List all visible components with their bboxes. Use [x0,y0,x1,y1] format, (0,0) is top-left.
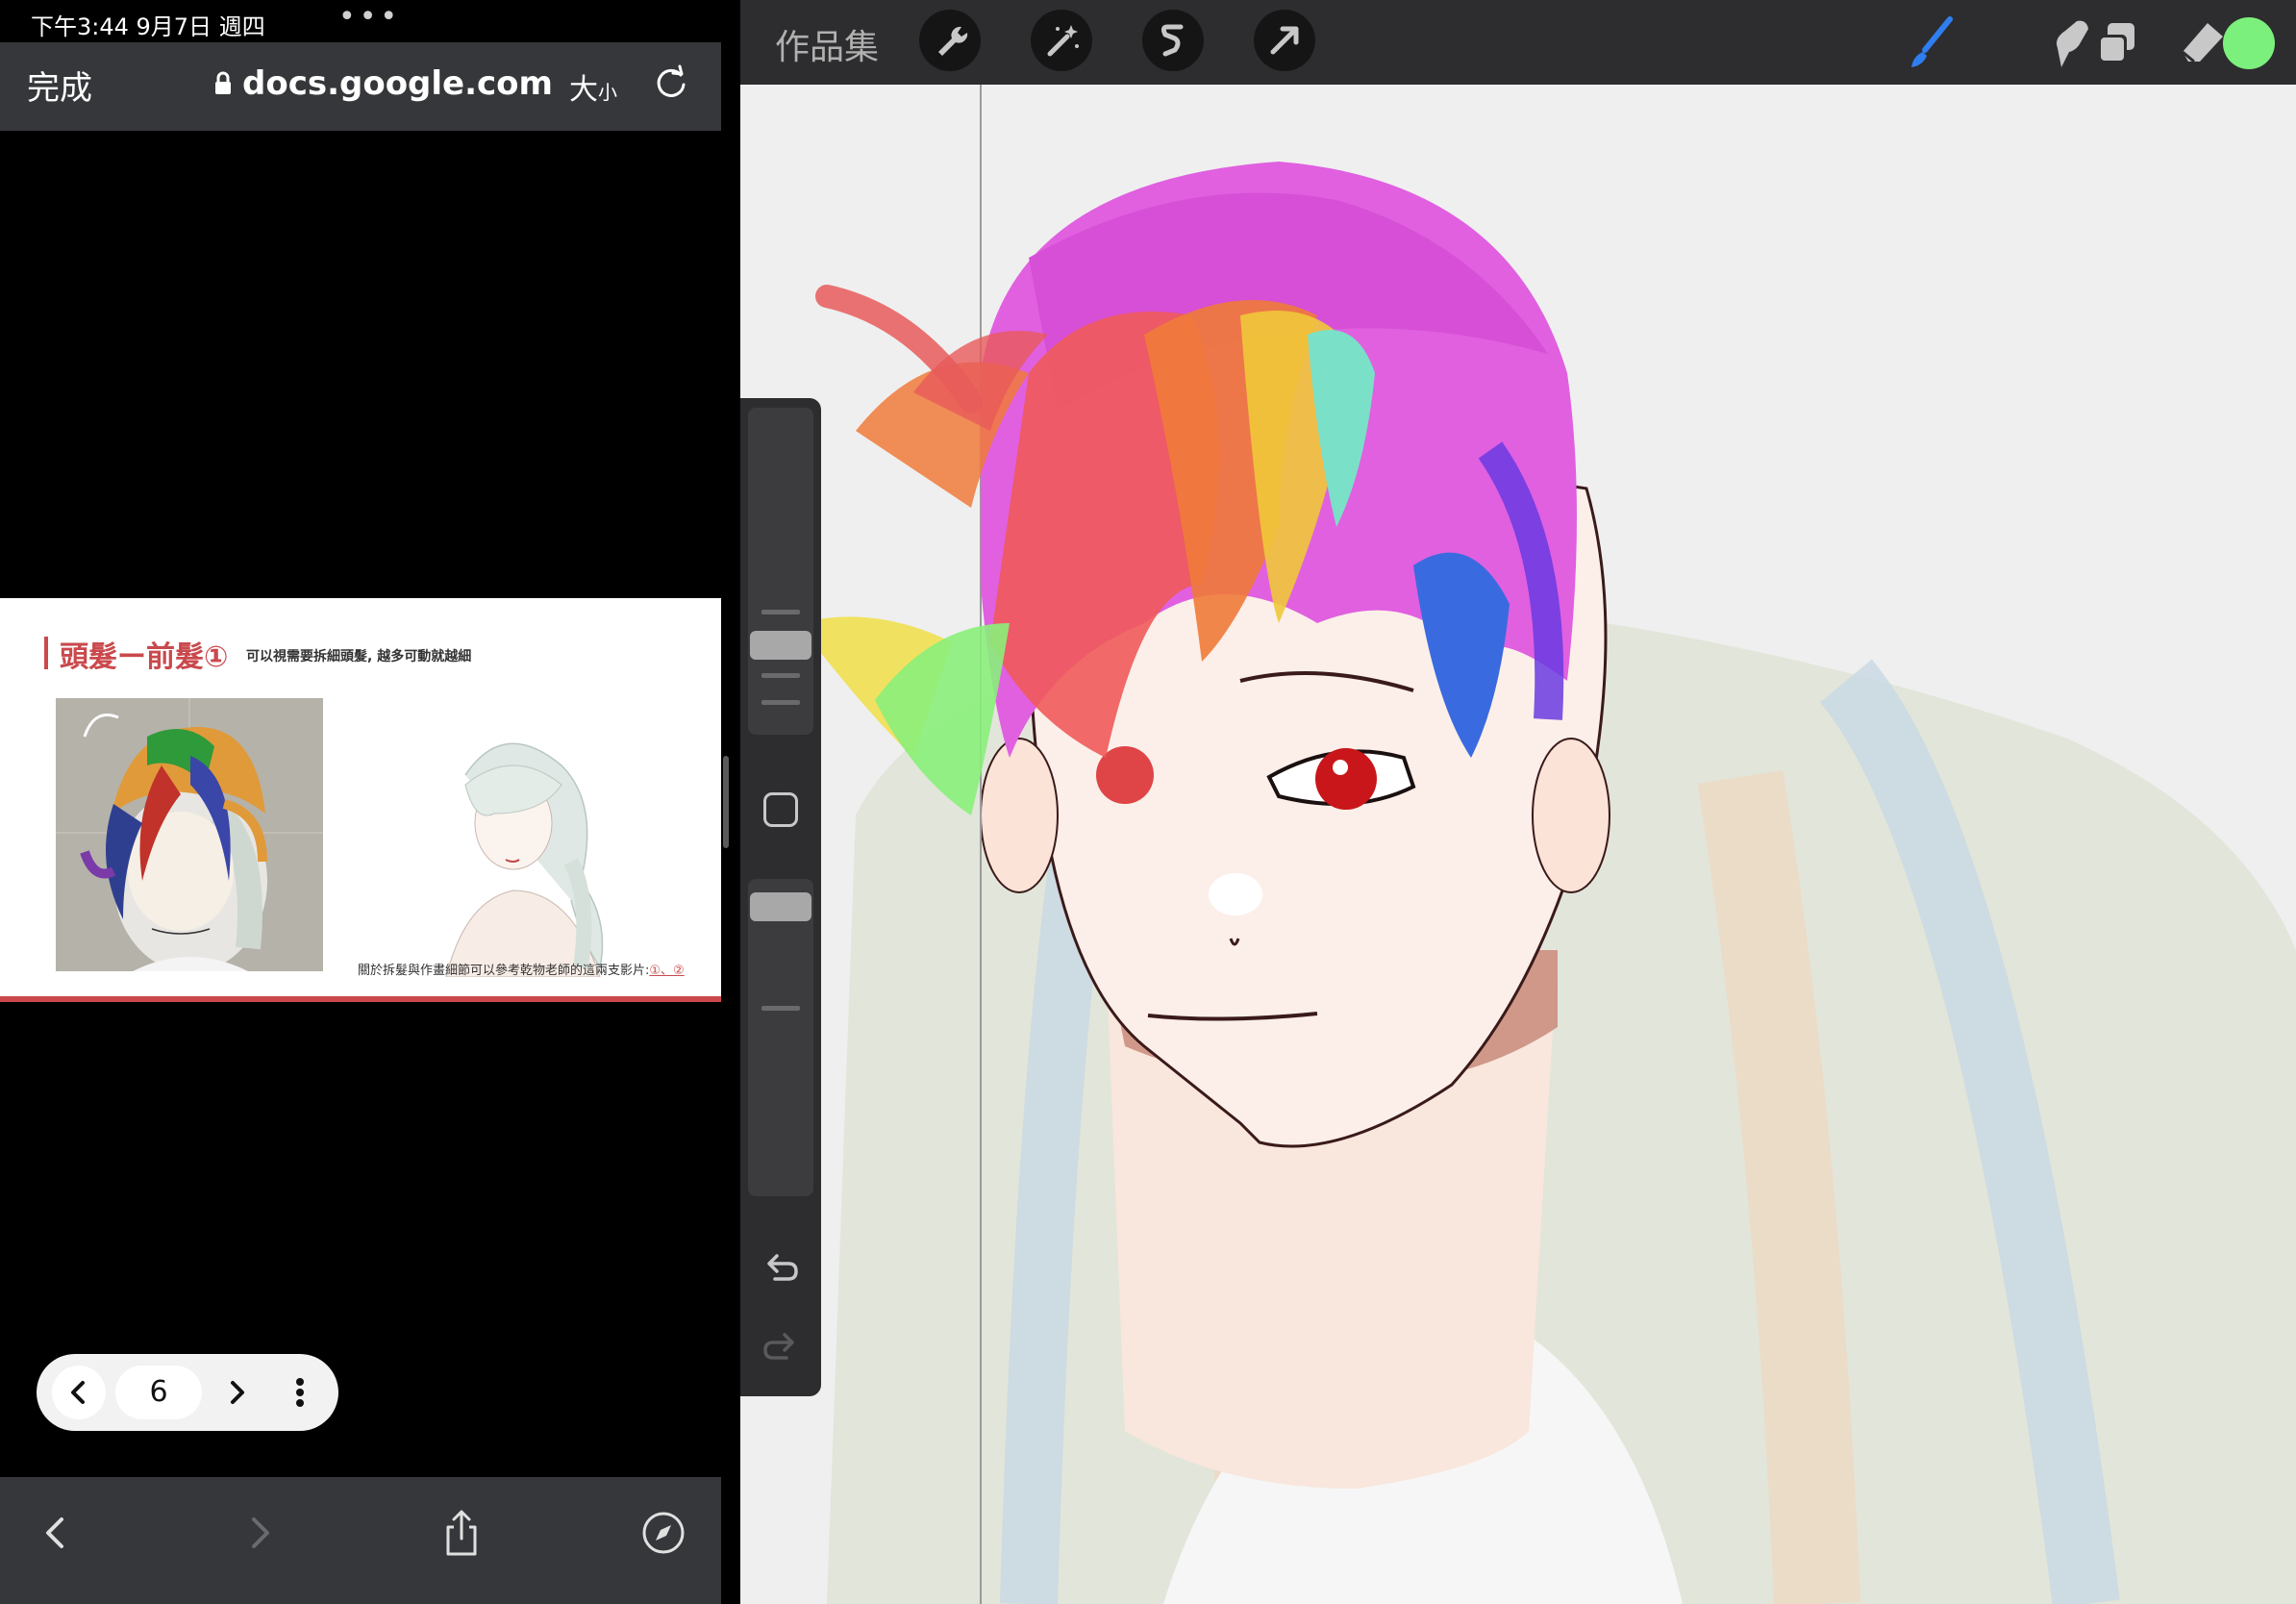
url-text: docs.google.com [242,64,553,103]
compass-icon[interactable] [635,1504,692,1562]
gallery-button[interactable]: 作品集 [775,19,879,69]
vertical-dots-icon [296,1378,304,1407]
lock-icon [215,71,231,94]
procreate-sidebar [740,398,821,1396]
multitask-dots[interactable]: ••• [338,0,401,34]
share-icon[interactable] [433,1504,490,1562]
done-button[interactable]: 完成 [27,62,92,109]
redo-icon[interactable] [761,1327,800,1366]
procreate-pane: 作品集 [740,0,2296,1604]
modify-button[interactable] [763,792,798,827]
transform-arrow-icon [1270,26,1299,55]
opacity-slider[interactable] [748,879,813,1196]
chevron-left-icon [71,1381,85,1404]
selection-icon [1160,24,1184,57]
undo-icon[interactable] [761,1248,800,1287]
reload-icon[interactable] [652,63,690,102]
title-accent-bar [44,637,48,669]
status-time: 下午3:44 9月7日 週四 [31,13,265,40]
slide-note-text: 關於拆髮與作畫細節可以參考乾物老師的這兩支影片: [358,964,650,978]
safari-toolbar: 完成 docs.google.com 大小 [0,42,721,131]
hair-split-illustration [56,698,323,971]
size-tick [761,700,800,705]
drawing-canvas[interactable] [740,85,2296,1604]
address-bar[interactable]: docs.google.com [213,62,553,106]
selection-button[interactable] [1142,10,1204,71]
safari-bottom-toolbar [0,1477,721,1604]
wrench-icon [938,26,968,56]
page-navigator: 6 [37,1354,338,1431]
more-options-button[interactable] [273,1366,327,1419]
adjustments-button[interactable] [1031,10,1092,71]
opacity-tick [761,1006,800,1011]
magic-wand-icon [1047,25,1079,57]
video-links[interactable]: ①、② [649,964,684,978]
slide-bottom-rule [0,996,721,1002]
reference-girl-illustration [445,742,604,977]
chevron-right-icon [231,1381,244,1404]
status-bar: 下午3:44 9月7日 週四 ••• [0,0,721,42]
next-page-button[interactable] [210,1366,263,1419]
transform-button[interactable] [1254,10,1315,71]
slide-preview: 頭髮ー前髮① 可以視需要拆細頭髮, 越多可動就越細 關於拆髮與作畫細節可以參考乾… [0,598,721,1002]
color-swatch[interactable] [2223,17,2275,69]
text-size-small-label: 小 [598,81,617,104]
opacity-thumb[interactable] [750,892,811,921]
size-tick [761,610,800,614]
brush-icon[interactable] [1902,12,1963,73]
procreate-toolbar: 作品集 [740,0,2296,85]
slide-subtitle: 可以視需要拆細頭髮, 越多可動就越細 [246,649,472,664]
text-size-big-label: 大 [569,73,598,107]
page-number[interactable]: 6 [115,1366,202,1419]
brush-size-thumb[interactable] [750,631,811,660]
text-size-button[interactable]: 大小 [569,65,617,108]
slide-note: 關於拆髮與作畫細節可以參考乾物老師的這兩支影片:①、② [358,960,685,978]
previous-page-button[interactable] [52,1366,106,1419]
brush-size-slider[interactable] [748,408,813,735]
slide-title: 頭髮ー前髮① [60,640,229,674]
safari-pane: 下午3:44 9月7日 週四 ••• 完成 docs.google.com 大小… [0,0,721,1604]
size-tick [761,673,800,678]
forward-icon[interactable] [231,1504,288,1562]
split-view-divider[interactable] [723,756,729,848]
actions-button[interactable] [919,10,981,71]
layers-icon[interactable] [2086,13,2148,75]
back-icon[interactable] [27,1504,85,1562]
